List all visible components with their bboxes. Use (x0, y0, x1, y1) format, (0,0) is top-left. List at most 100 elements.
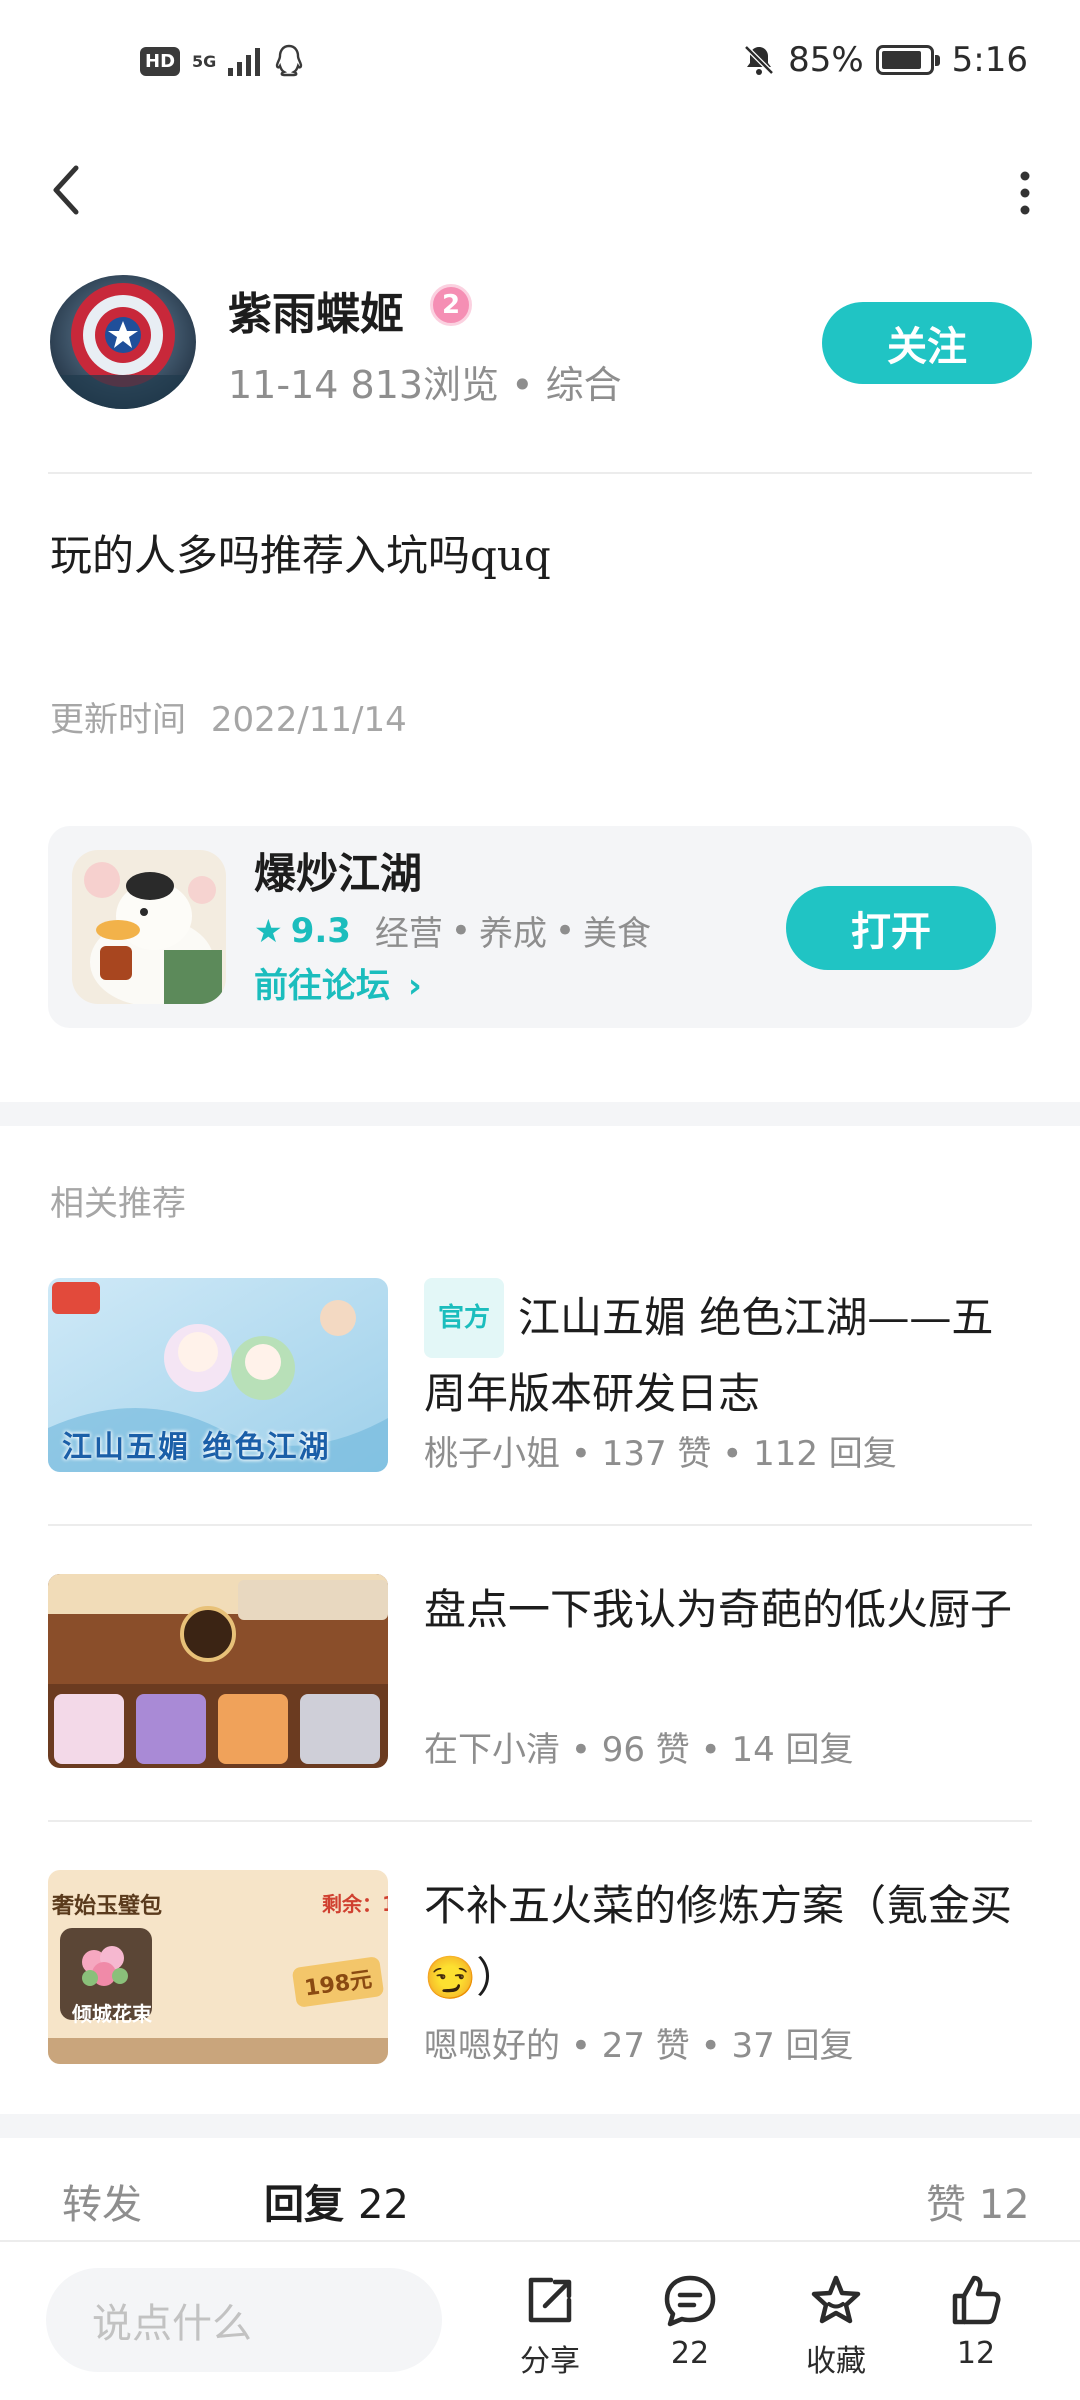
share-icon (528, 2277, 572, 2323)
forum-link-label: 前往论坛 (254, 966, 390, 1006)
post-views: 813浏览 (350, 363, 500, 407)
author-level-badge: 2 (430, 284, 472, 326)
follow-button[interactable]: 关注 (822, 302, 1032, 384)
battery-percent: 85% (788, 40, 864, 80)
author-avatar[interactable] (50, 275, 196, 409)
game-card[interactable]: 爆炒江湖 ★ 9.3 经营 • 养成 • 美食 前往论坛 › 打开 (48, 826, 1032, 1028)
dot-separator: • (570, 1730, 602, 1770)
comment-count: 22 (670, 2336, 710, 2371)
share-label: 分享 (520, 2344, 580, 2379)
tab-like[interactable]: 赞 12 (926, 2172, 1030, 2230)
author-name[interactable]: 紫雨蝶姬 (228, 278, 404, 342)
thumbnail: 江山五媚 绝色江湖 (48, 1278, 388, 1472)
battery-icon (875, 45, 940, 75)
open-game-button[interactable]: 打开 (786, 886, 996, 970)
list-item[interactable]: 江山五媚 绝色江湖 官方 江山五媚 绝色江湖——五周年版本研发日志 桃子小姐 • … (48, 1278, 1034, 1475)
network-label: 5G (192, 51, 217, 71)
mute-bell-icon (744, 45, 774, 75)
dot-separator: • (700, 1730, 732, 1770)
section-separator (0, 2114, 1080, 2138)
more-vertical-icon (1020, 171, 1030, 215)
battery-level (881, 51, 921, 69)
item-title-text: 江山五媚 绝色江湖——五周年版本研发日志 (424, 1293, 994, 1418)
like-count: 12 (956, 2336, 996, 2371)
divider (48, 1524, 1032, 1526)
post-meta: 11-14 813浏览 • 综合 (228, 354, 622, 409)
item-likes: 27 赞 (601, 2026, 690, 2066)
thumb-caption: 江山五媚 绝色江湖 (62, 1430, 331, 1465)
update-time: 更新时间 2022/11/14 (50, 692, 407, 741)
star-icon: ★ (254, 911, 283, 950)
item-title: 盘点一下我认为奇葩的低火厨子 (424, 1585, 1013, 1634)
official-tag: 官方 (424, 1278, 505, 1358)
item-author: 桃子小姐 (424, 1434, 560, 1474)
post-title: 玩的人多吗推荐入坑吗quq (50, 531, 551, 580)
item-author: 在下小清 (424, 1730, 560, 1770)
tab-reply-label: 回复 (264, 2181, 344, 2228)
item-likes: 96 赞 (601, 1730, 690, 1770)
dot-separator: • (570, 1434, 602, 1474)
post-date: 11-14 (228, 363, 339, 407)
thumb-price: 198元 (291, 1956, 385, 2008)
dot-separator: • (554, 910, 576, 951)
tab-forward[interactable]: 转发 (62, 2172, 142, 2230)
status-right: 85% 5:16 (742, 40, 1028, 80)
item-likes: 137 赞 (601, 1434, 712, 1474)
update-date: 2022/11/14 (210, 700, 407, 740)
update-label: 更新时间 (50, 700, 186, 740)
signal-icon (228, 48, 261, 76)
thumb-bottom-bar (48, 2038, 388, 2064)
qq-icon (276, 44, 303, 77)
game-tag: 养成 (478, 914, 547, 954)
divider (48, 1820, 1032, 1822)
back-button[interactable] (44, 160, 94, 220)
item-replies: 37 回复 (731, 2026, 854, 2066)
item-replies: 112 回复 (753, 1434, 897, 1474)
game-icon (72, 850, 226, 1004)
item-author: 嗯嗯好的 (424, 2026, 560, 2066)
thumb-header: 奢始玉璧包 (52, 1894, 163, 1919)
post-category: 综合 (545, 363, 622, 407)
divider (48, 472, 1032, 474)
item-title: 官方 江山五媚 绝色江湖——五周年版本研发日志 (424, 1278, 1034, 1430)
clock: 5:16 (951, 40, 1028, 80)
list-item[interactable]: 盘点一下我认为奇葩的低火厨子 在下小清 • 96 赞 • 14 回复 (48, 1574, 1032, 1771)
dot-separator: • (450, 910, 471, 951)
tab-reply[interactable]: 回复 22 (264, 2172, 409, 2230)
thumb-caption: 倾城花束 (72, 2002, 152, 2026)
item-title: 不补五火菜的修炼方案（氪金买😏） (424, 1881, 1013, 2002)
avatar-image (50, 275, 196, 409)
status-left: HD 5G (140, 44, 304, 78)
share-button[interactable]: 分享 (500, 2272, 600, 2382)
item-stats: 在下小清 • 96 赞 • 14 回复 (424, 1722, 854, 1771)
status-bar: HD 5G 85% 5:16 (0, 0, 1080, 130)
thumb-remaining: 剩余：1 (322, 1892, 388, 1916)
dot-separator: • (700, 2026, 732, 2066)
comment-input[interactable]: 说点什么 (46, 2268, 442, 2372)
tab-like-label: 赞 (926, 2182, 966, 2228)
tab-like-count: 12 (978, 2182, 1030, 2228)
item-replies: 14 回复 (731, 1730, 854, 1770)
thumbnail: 奢始玉璧包 剩余：1 倾城花束 198元 (48, 1870, 388, 2064)
dot-separator: • (570, 2026, 602, 2066)
hd-icon: HD (140, 46, 181, 76)
item-stats: 桃子小姐 • 137 赞 • 112 回复 (424, 1426, 897, 1475)
tab-reply-count: 22 (357, 2182, 409, 2228)
more-options-button[interactable] (1010, 168, 1040, 218)
dot-separator: • (722, 1434, 754, 1474)
item-stats: 嗯嗯好的 • 27 赞 • 37 回复 (424, 2018, 854, 2067)
section-separator (0, 1102, 1080, 1126)
favorite-button[interactable]: 收藏 (786, 2272, 886, 2382)
section-title: 相关推荐 (50, 1184, 186, 1224)
game-tag: 美食 (583, 914, 652, 954)
like-button[interactable]: 12 (926, 2272, 1026, 2382)
comment-button[interactable]: 22 (640, 2272, 740, 2382)
chevron-right-icon: › (407, 966, 422, 1006)
game-name: 爆炒江湖 (254, 849, 423, 898)
game-tag: 经营 (374, 914, 443, 954)
forum-link[interactable]: 前往论坛 › (254, 958, 422, 1007)
game-rating: ★ 9.3 经营 • 养成 • 美食 (254, 906, 651, 955)
list-item[interactable]: 奢始玉璧包 剩余：1 倾城花束 198元 不补五火菜的修炼方案（氪金买😏） 嗯嗯… (48, 1870, 1032, 2067)
thumbnail (48, 1574, 388, 1768)
favorite-label: 收藏 (806, 2344, 866, 2379)
